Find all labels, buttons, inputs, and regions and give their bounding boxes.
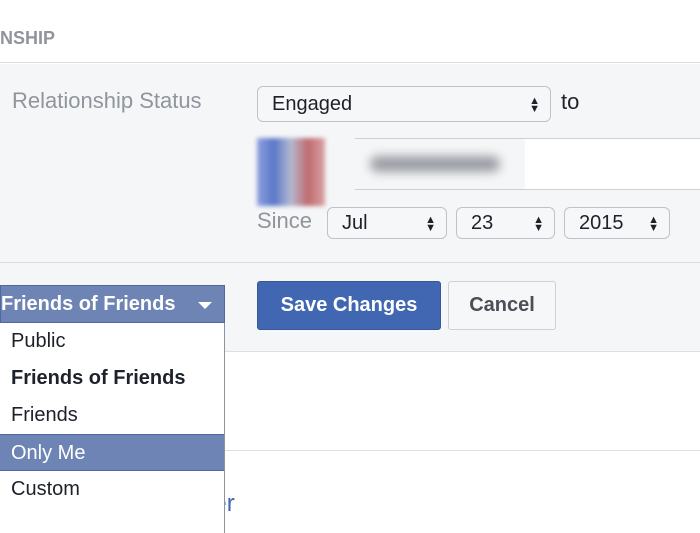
menu-item-friends[interactable]: Friends <box>0 397 224 434</box>
partner-name-blurred <box>370 156 500 172</box>
year-value: 2015 <box>579 212 624 234</box>
section-header: NSHIP <box>0 0 700 63</box>
select-arrows-icon: ▲ ▼ <box>648 214 659 234</box>
to-label: to <box>561 89 580 114</box>
menu-item-public[interactable]: Public <box>0 323 224 360</box>
menu-item-custom[interactable]: Custom <box>0 471 224 508</box>
relationship-status-label: Relationship Status <box>12 88 202 113</box>
privacy-selected-label: Friends of Friends <box>1 293 176 315</box>
day-select[interactable]: 23 ▲ ▼ <box>456 207 555 239</box>
menu-item-friends-of-friends[interactable]: Friends of Friends <box>0 360 224 397</box>
select-arrows-icon: ▲ ▼ <box>533 214 544 234</box>
section-title: NSHIP <box>0 28 56 48</box>
menu-item-only-me[interactable]: Only Me <box>0 434 224 471</box>
privacy-selector-button[interactable]: Friends of Friends <box>0 285 225 323</box>
year-select[interactable]: 2015 ▲ ▼ <box>564 207 670 239</box>
month-select[interactable]: Jul ▲ ▼ <box>327 207 447 239</box>
select-arrows-icon: ▲ ▼ <box>425 214 436 234</box>
save-changes-button[interactable]: Save Changes <box>257 281 441 330</box>
privacy-dropdown-menu: Public Friends of Friends Friends Only M… <box>0 323 225 533</box>
select-arrows-icon: ▲ ▼ <box>529 95 540 115</box>
partner-avatar <box>257 138 325 206</box>
month-value: Jul <box>342 212 368 234</box>
relationship-status-select[interactable]: Engaged ▲ ▼ <box>257 86 551 122</box>
cancel-button[interactable]: Cancel <box>448 281 556 330</box>
since-label: Since <box>257 208 313 233</box>
status-value: Engaged <box>272 93 353 115</box>
divider <box>0 262 700 263</box>
day-value: 23 <box>471 212 494 234</box>
caret-down-icon <box>198 302 212 309</box>
